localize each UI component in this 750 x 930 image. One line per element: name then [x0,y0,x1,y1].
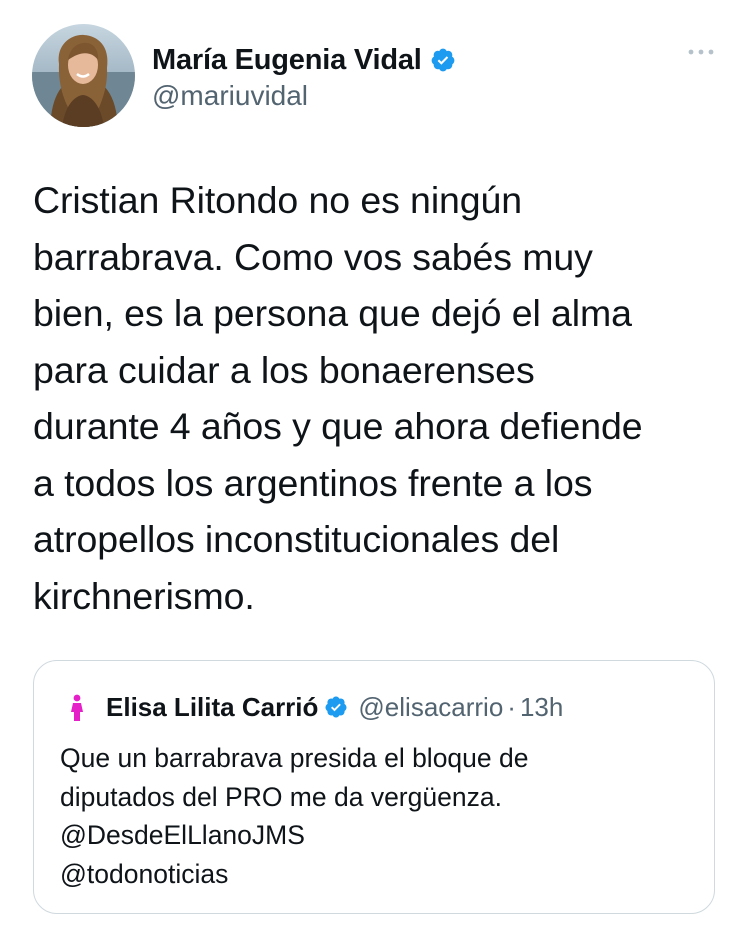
tweet-header: María Eugenia Vidal @mariuvidal [32,24,722,128]
quoted-author-handle[interactable]: @elisacarrio [358,692,503,723]
separator-dot: · [507,691,516,722]
quoted-tweet-card[interactable]: Elisa Lilita Carrió @elisacarrio · 13h Q… [33,660,715,914]
verified-badge-icon [324,695,348,719]
author-display-name[interactable]: María Eugenia Vidal [152,44,422,77]
quoted-author-display-name[interactable]: Elisa Lilita Carrió [106,692,318,723]
tweet-text: Cristian Ritondo no es ningún barrabrava… [33,179,643,617]
quoted-tweet-text: Que un barrabrava presida el bloque de d… [60,743,529,889]
author-handle[interactable]: @mariuvidal [152,80,456,112]
quoted-tweet-header: Elisa Lilita Carrió @elisacarrio · 13h [60,690,563,724]
author-name-line: María Eugenia Vidal [152,42,456,78]
quoted-tweet-timestamp[interactable]: 13h [520,692,563,723]
author-avatar[interactable] [32,24,135,127]
quoted-author-avatar[interactable] [60,690,94,724]
verified-badge-icon [430,47,456,73]
more-options-icon[interactable] [684,42,718,62]
author-info: María Eugenia Vidal @mariuvidal [152,42,456,112]
